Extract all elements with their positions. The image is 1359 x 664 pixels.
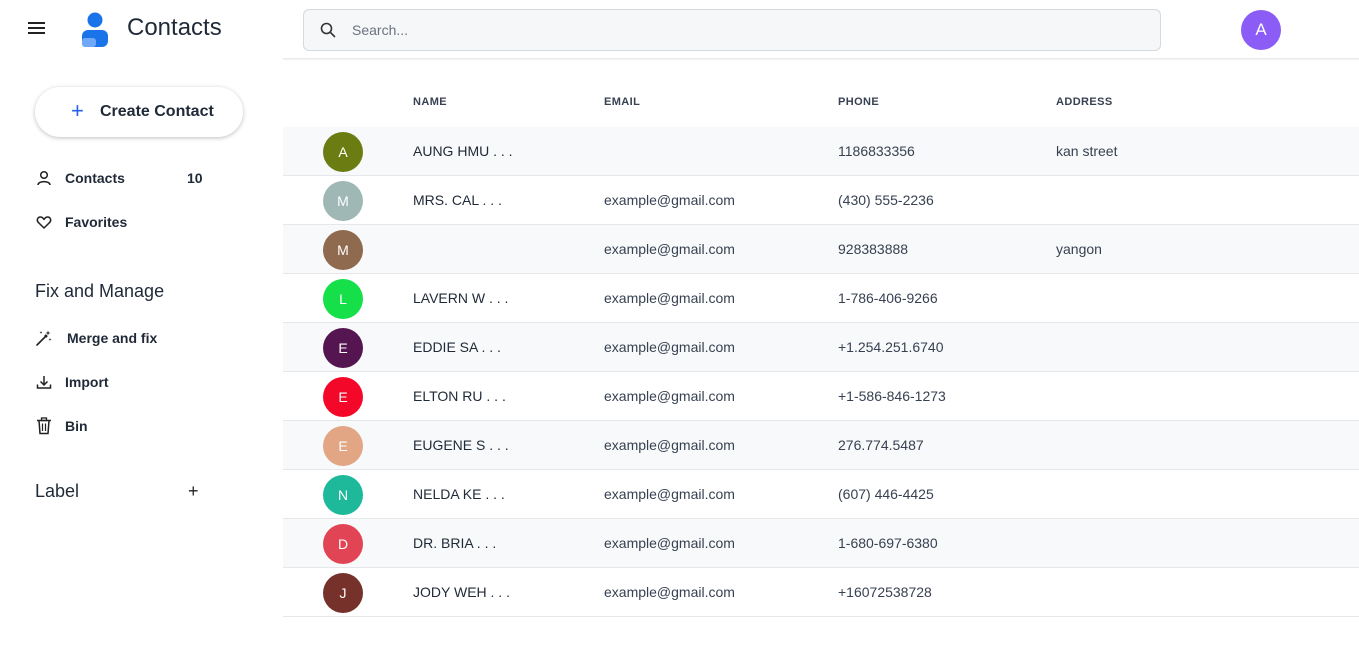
contact-email: example@gmail.com <box>604 437 735 453</box>
table-row[interactable]: E ELTON RU . . . example@gmail.com +1-58… <box>283 372 1359 421</box>
contact-name: EUGENE S . . . <box>413 437 509 453</box>
column-header-phone[interactable]: PHONE <box>838 96 879 108</box>
column-header-email[interactable]: EMAIL <box>604 96 640 108</box>
add-label-button[interactable]: + <box>188 481 199 502</box>
create-contact-button[interactable]: + Create Contact <box>35 87 243 137</box>
contact-name: ELTON RU . . . <box>413 388 506 404</box>
contact-phone: +16072538728 <box>838 584 932 600</box>
table-row[interactable]: A AUNG HMU . . . 1186833356 kan street <box>283 127 1359 176</box>
contact-name: AUNG HMU . . . <box>413 143 513 159</box>
sidebar-item-favorites[interactable]: Favorites <box>35 210 127 234</box>
sidebar-item-merge-and-fix[interactable]: Merge and fix <box>35 326 157 350</box>
sidebar-item-contacts[interactable]: Contacts <box>35 166 125 190</box>
contact-address: yangon <box>1056 241 1102 257</box>
contact-avatar: M <box>323 181 363 221</box>
contact-name: EDDIE SA . . . <box>413 339 501 355</box>
contact-phone: 1-786-406-9266 <box>838 290 938 306</box>
contact-phone: +1-586-846-1273 <box>838 388 946 404</box>
person-icon <box>35 169 53 187</box>
divider <box>283 58 1359 61</box>
contact-avatar: N <box>323 475 363 515</box>
search-input[interactable] <box>352 10 1142 50</box>
plus-icon: + <box>71 98 84 123</box>
download-icon <box>35 373 53 391</box>
table-row[interactable]: E EUGENE S . . . example@gmail.com 276.7… <box>283 421 1359 470</box>
table-row[interactable]: D DR. BRIA . . . example@gmail.com 1-680… <box>283 519 1359 568</box>
contact-name: NELDA KE . . . <box>413 486 505 502</box>
top-bar: Contacts A <box>0 0 1359 60</box>
contact-name: DR. BRIA . . . <box>413 535 497 551</box>
contact-name: MRS. CAL . . . <box>413 192 502 208</box>
contact-address: kan street <box>1056 143 1118 159</box>
contact-avatar: E <box>323 328 363 368</box>
sidebar-item-label: Merge and fix <box>67 330 158 346</box>
user-avatar[interactable]: A <box>1241 10 1281 50</box>
contact-email: example@gmail.com <box>604 584 735 600</box>
table-row[interactable]: M MRS. CAL . . . example@gmail.com (430)… <box>283 176 1359 225</box>
table-header: NAME EMAIL PHONE ADDRESS <box>283 96 1359 112</box>
table-row[interactable]: N NELDA KE . . . example@gmail.com (607)… <box>283 470 1359 519</box>
contacts-count: 10 <box>187 170 203 186</box>
fix-and-manage-heading: Fix and Manage <box>35 281 165 301</box>
contact-avatar: A <box>323 132 363 172</box>
contact-phone: 928383888 <box>838 241 909 257</box>
heart-icon <box>35 213 53 231</box>
sidebar-item-label: Favorites <box>65 214 128 230</box>
sidebar-item-label: Import <box>65 374 109 390</box>
sidebar-item-label: Contacts <box>65 170 125 186</box>
contact-phone: 1186833356 <box>838 143 915 159</box>
contact-phone: +1.254.251.6740 <box>838 339 944 355</box>
contact-phone: (430) 555-2236 <box>838 192 934 208</box>
sidebar-item-bin[interactable]: Bin <box>35 414 88 438</box>
table-row[interactable]: J JODY WEH . . . example@gmail.com +1607… <box>283 568 1359 617</box>
contact-email: example@gmail.com <box>604 339 735 355</box>
contact-email: example@gmail.com <box>604 290 735 306</box>
contact-phone: 276.774.5487 <box>838 437 924 453</box>
contact-phone: (607) 446-4425 <box>838 486 934 502</box>
contacts-logo-icon <box>82 12 108 47</box>
contact-name: JODY WEH . . . <box>413 584 510 600</box>
create-contact-label: Create Contact <box>100 103 214 120</box>
contact-email: example@gmail.com <box>604 388 735 404</box>
contact-avatar: J <box>323 573 363 613</box>
contact-phone: 1-680-697-6380 <box>838 535 938 551</box>
contact-email: example@gmail.com <box>604 535 735 551</box>
contact-avatar: E <box>323 377 363 417</box>
table-row[interactable]: M example@gmail.com 928383888 yangon <box>283 225 1359 274</box>
column-header-address[interactable]: ADDRESS <box>1056 96 1113 108</box>
contact-email: example@gmail.com <box>604 241 735 257</box>
table-row[interactable]: L LAVERN W . . . example@gmail.com 1-786… <box>283 274 1359 323</box>
column-header-name[interactable]: NAME <box>413 96 447 108</box>
search-icon <box>320 22 336 38</box>
sidebar-item-label: Bin <box>65 418 88 434</box>
contact-avatar: M <box>323 230 363 270</box>
contact-avatar: D <box>323 524 363 564</box>
label-heading: Label <box>35 481 80 501</box>
trash-icon <box>35 417 53 435</box>
contact-email: example@gmail.com <box>604 486 735 502</box>
contact-name: LAVERN W . . . <box>413 290 509 306</box>
magic-wand-icon <box>35 329 53 347</box>
search-bar[interactable] <box>303 9 1161 51</box>
sidebar-item-import[interactable]: Import <box>35 370 109 394</box>
contact-avatar: L <box>323 279 363 319</box>
hamburger-menu-icon[interactable] <box>28 20 50 38</box>
table-row[interactable]: E EDDIE SA . . . example@gmail.com +1.25… <box>283 323 1359 372</box>
contact-email: example@gmail.com <box>604 192 735 208</box>
app-title: Contacts <box>127 14 222 41</box>
contact-avatar: E <box>323 426 363 466</box>
